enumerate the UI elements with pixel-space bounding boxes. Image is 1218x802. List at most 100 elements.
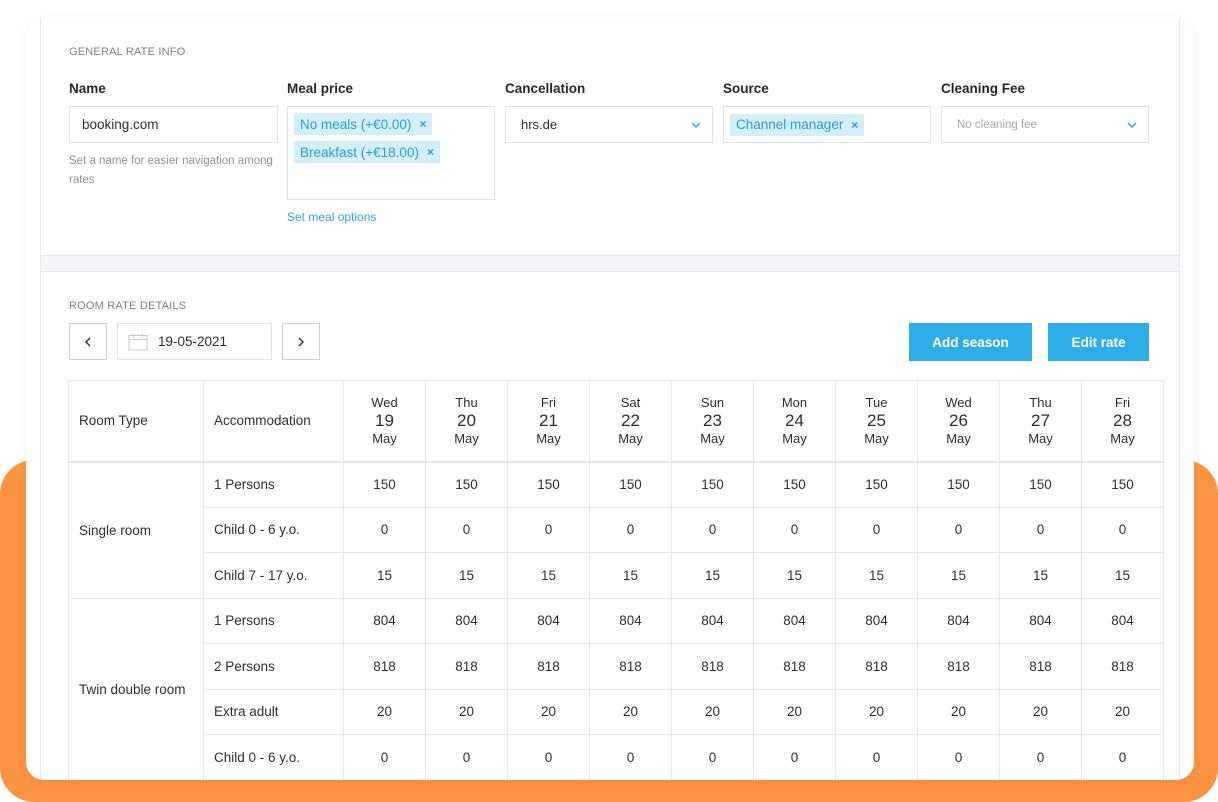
rate-cell[interactable]: 818	[754, 644, 836, 690]
day-column-header: Fri28May	[1082, 381, 1164, 462]
date-picker-input[interactable]: 19-05-2021	[117, 323, 272, 360]
rate-cell[interactable]: 0	[754, 735, 836, 781]
remove-tag-icon[interactable]: ×	[419, 117, 426, 131]
rate-cell[interactable]: 20	[1000, 689, 1082, 735]
rate-cell[interactable]: 804	[344, 598, 426, 644]
rate-cell[interactable]: 20	[918, 689, 1000, 735]
rate-cell[interactable]: 0	[672, 507, 754, 553]
rate-cell[interactable]: 804	[1000, 598, 1082, 644]
rate-cell[interactable]: 0	[590, 735, 672, 781]
rate-cell[interactable]: 0	[1000, 735, 1082, 781]
rate-cell[interactable]: 20	[672, 689, 754, 735]
rate-cell[interactable]: 0	[836, 507, 918, 553]
day-header-day: 28	[1082, 411, 1163, 431]
source-label: Source	[723, 81, 769, 96]
rate-cell[interactable]: 15	[590, 553, 672, 599]
rate-cell[interactable]: 150	[1000, 462, 1082, 508]
day-header-day: 24	[754, 411, 835, 431]
accommodation-cell: Child 0 - 6 y.o.	[204, 507, 344, 553]
rate-cell[interactable]: 804	[918, 598, 1000, 644]
rate-cell[interactable]: 0	[1082, 735, 1164, 781]
rate-cell[interactable]: 0	[672, 735, 754, 781]
rate-cell[interactable]: 0	[918, 735, 1000, 781]
rate-cell[interactable]: 818	[508, 644, 590, 690]
table-row: Extra adult20202020202020202020	[69, 689, 1164, 735]
rate-cell[interactable]: 20	[508, 689, 590, 735]
next-date-button[interactable]	[282, 323, 320, 360]
rate-cell[interactable]: 15	[836, 553, 918, 599]
prev-date-button[interactable]	[69, 323, 107, 360]
add-season-button[interactable]: Add season	[909, 323, 1032, 361]
rate-cell[interactable]: 15	[1082, 553, 1164, 599]
rate-cell[interactable]: 0	[426, 735, 508, 781]
rate-cell[interactable]: 15	[672, 553, 754, 599]
day-header-day: 21	[508, 411, 589, 431]
rate-cell[interactable]: 0	[508, 507, 590, 553]
source-select[interactable]: Channel manager×	[723, 106, 931, 143]
rate-cell[interactable]: 804	[1082, 598, 1164, 644]
rate-cell[interactable]: 150	[344, 462, 426, 508]
rate-cell[interactable]: 804	[672, 598, 754, 644]
rate-cell[interactable]: 150	[754, 462, 836, 508]
day-column-header: Fri21May	[508, 381, 590, 462]
rate-cell[interactable]: 818	[836, 644, 918, 690]
rate-cell[interactable]: 15	[1000, 553, 1082, 599]
rate-cell[interactable]: 818	[918, 644, 1000, 690]
cancellation-select[interactable]: hrs.de	[505, 106, 713, 143]
rate-cell[interactable]: 15	[508, 553, 590, 599]
rate-cell[interactable]: 15	[344, 553, 426, 599]
rate-cell[interactable]: 818	[590, 644, 672, 690]
rate-cell[interactable]: 150	[508, 462, 590, 508]
remove-tag-icon[interactable]: ×	[427, 145, 434, 159]
rate-cell[interactable]: 818	[672, 644, 754, 690]
rate-cell[interactable]: 150	[426, 462, 508, 508]
rate-cell[interactable]: 0	[836, 735, 918, 781]
rate-cell[interactable]: 15	[754, 553, 836, 599]
rate-cell[interactable]: 20	[426, 689, 508, 735]
meal-price-select[interactable]: No meals (+€0.00)× Breakfast (+€18.00)×	[287, 106, 495, 200]
rate-cell[interactable]: 15	[918, 553, 1000, 599]
day-header-day: 26	[918, 411, 999, 431]
rate-cell[interactable]: 0	[344, 735, 426, 781]
rate-cell[interactable]: 0	[508, 735, 590, 781]
rate-cell[interactable]: 818	[1000, 644, 1082, 690]
cleaning-fee-select[interactable]: No cleaning fee	[941, 106, 1149, 143]
day-header-day: 25	[836, 411, 917, 431]
rate-cell[interactable]: 150	[1082, 462, 1164, 508]
rate-cell[interactable]: 20	[590, 689, 672, 735]
rate-cell[interactable]: 150	[590, 462, 672, 508]
rate-cell[interactable]: 818	[1082, 644, 1164, 690]
day-header-dow: Wed	[344, 395, 425, 411]
remove-tag-icon[interactable]: ×	[851, 118, 858, 132]
rate-cell[interactable]: 0	[426, 507, 508, 553]
edit-rate-button[interactable]: Edit rate	[1048, 323, 1149, 361]
section-divider	[40, 256, 1180, 272]
set-meal-options-link[interactable]: Set meal options	[287, 210, 376, 224]
rate-cell[interactable]: 818	[426, 644, 508, 690]
rate-cell[interactable]: 804	[508, 598, 590, 644]
rate-cell[interactable]: 804	[836, 598, 918, 644]
rate-cell[interactable]: 150	[836, 462, 918, 508]
rate-cell[interactable]: 0	[344, 507, 426, 553]
rate-cell[interactable]: 0	[918, 507, 1000, 553]
rate-cell[interactable]: 20	[754, 689, 836, 735]
rate-cell[interactable]: 804	[426, 598, 508, 644]
rate-cell[interactable]: 0	[754, 507, 836, 553]
rate-cell[interactable]: 804	[754, 598, 836, 644]
name-input[interactable]: booking.com	[69, 106, 278, 143]
rate-cell[interactable]: 150	[918, 462, 1000, 508]
table-row: Twin double room1 Persons804804804804804…	[69, 598, 1164, 644]
rate-cell[interactable]: 0	[1000, 507, 1082, 553]
rate-cell[interactable]: 20	[836, 689, 918, 735]
rate-cell[interactable]: 20	[1082, 689, 1164, 735]
day-header-month: May	[508, 431, 589, 447]
rate-cell[interactable]: 150	[672, 462, 754, 508]
day-header-dow: Sun	[672, 395, 753, 411]
rate-cell[interactable]: 15	[426, 553, 508, 599]
day-header-dow: Mon	[754, 395, 835, 411]
rate-cell[interactable]: 0	[1082, 507, 1164, 553]
rate-cell[interactable]: 20	[344, 689, 426, 735]
rate-cell[interactable]: 804	[590, 598, 672, 644]
rate-cell[interactable]: 0	[590, 507, 672, 553]
rate-cell[interactable]: 818	[344, 644, 426, 690]
